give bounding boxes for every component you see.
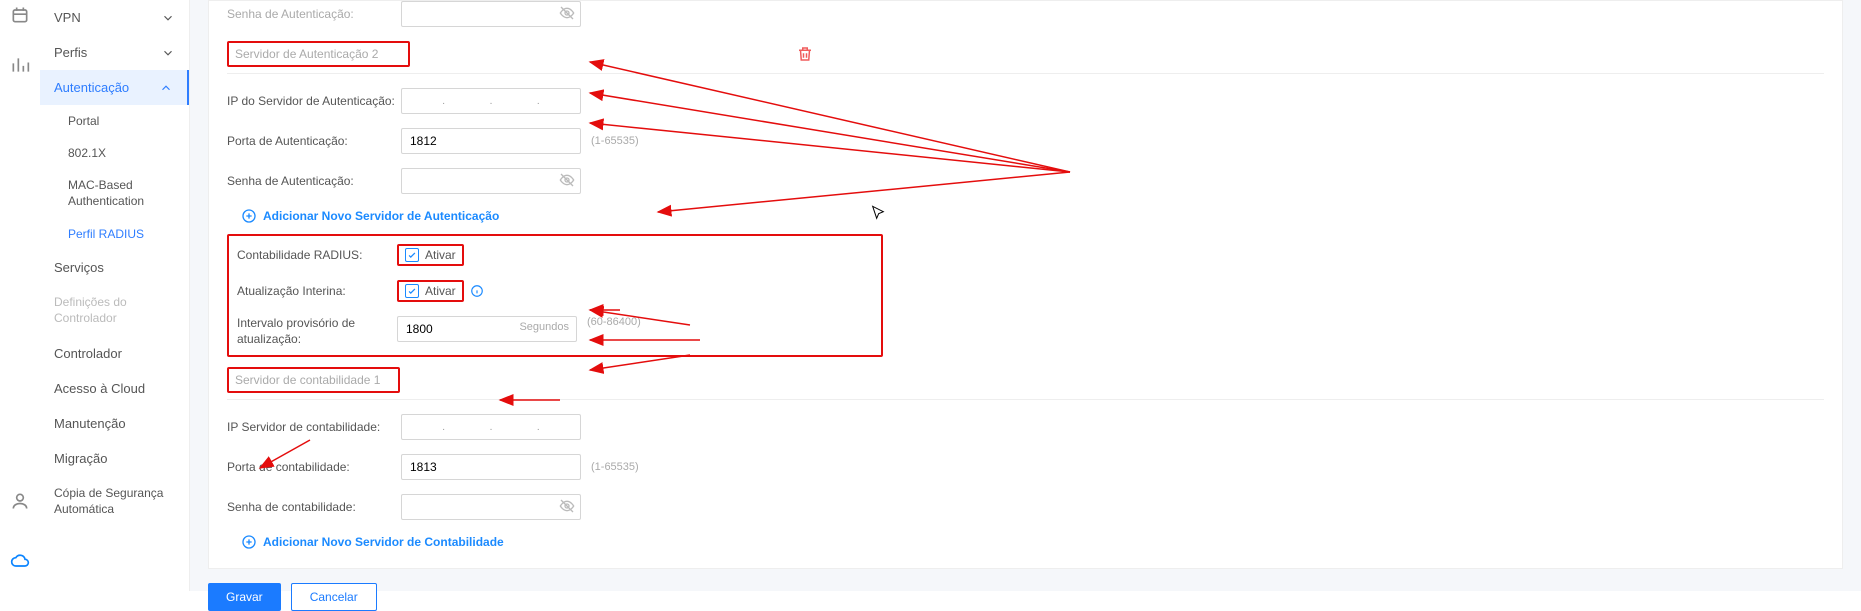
label-auth-port: Porta de Autenticação: <box>227 134 401 148</box>
nav-vpn[interactable]: VPN <box>40 0 189 35</box>
check-icon <box>405 284 419 298</box>
main-content: Senha de Autenticação: Servidor de Auten… <box>190 0 1861 591</box>
clock-icon[interactable] <box>10 5 30 25</box>
input-auth-ip[interactable]: ... <box>401 88 581 114</box>
divider <box>227 399 1824 400</box>
nav-migra[interactable]: Migração <box>40 441 189 476</box>
label-auth-pw: Senha de Autenticação: <box>227 174 401 188</box>
nav-label: Definições do Controlador <box>54 295 175 326</box>
user-icon[interactable] <box>10 491 30 511</box>
nav-label: Perfis <box>54 45 87 60</box>
chevron-up-icon <box>159 81 173 95</box>
info-icon[interactable] <box>470 284 484 298</box>
label-auth-ip: IP do Servidor de Autenticação: <box>227 94 401 108</box>
nav-label: Autenticação <box>54 80 129 95</box>
nav-authentication[interactable]: Autenticação <box>40 70 189 105</box>
nav-controlador[interactable]: Controlador <box>40 336 189 371</box>
label-acct-port: Porta de contabilidade: <box>227 460 401 474</box>
check-icon <box>405 248 419 262</box>
nav-servicos[interactable]: Serviços <box>40 250 189 285</box>
form-panel: Senha de Autenticação: Servidor de Auten… <box>208 0 1843 569</box>
input-auth-pw-top[interactable] <box>401 1 581 27</box>
nav-label: Controlador <box>54 346 122 361</box>
nav-label: VPN <box>54 10 81 25</box>
delete-icon[interactable] <box>796 45 814 63</box>
icon-rail <box>0 0 40 591</box>
input-auth-pw[interactable] <box>401 168 581 194</box>
nav-manut[interactable]: Manutenção <box>40 406 189 441</box>
stats-icon[interactable] <box>10 55 30 75</box>
cursor-icon <box>870 205 886 221</box>
label-interval: Intervalo provisório de atualização: <box>237 316 397 347</box>
input-acct-pw[interactable] <box>401 494 581 520</box>
add-acct-label: Adicionar Novo Servidor de Contabilidade <box>263 535 504 549</box>
eye-icon[interactable] <box>559 172 575 188</box>
nav-backup[interactable]: Cópia de Segurança Automática <box>40 476 189 527</box>
label-interim: Atualização Interina: <box>237 284 397 298</box>
cloud-icon[interactable] <box>10 551 30 571</box>
input-auth-port[interactable] <box>401 128 581 154</box>
plus-circle-icon <box>241 534 257 550</box>
checkbox-label: Ativar <box>425 284 456 298</box>
nav-defctrl: Definições do Controlador <box>40 285 189 336</box>
input-acct-port[interactable] <box>401 454 581 480</box>
hint-acct-port: (1-65535) <box>591 461 639 473</box>
plus-circle-icon <box>241 208 257 224</box>
hint-interval: (60-86400) <box>587 316 641 328</box>
nav-cloud[interactable]: Acesso à Cloud <box>40 371 189 406</box>
label-radius-acct: Contabilidade RADIUS: <box>237 248 397 262</box>
divider <box>227 73 1824 74</box>
unit-seconds: Segundos <box>519 321 569 333</box>
chevron-down-icon <box>161 46 175 60</box>
input-acct-ip[interactable]: ... <box>401 414 581 440</box>
hint-auth-port: (1-65535) <box>591 135 639 147</box>
sidebar: VPN Perfis Autenticação Portal 802.1X MA… <box>40 0 190 591</box>
nav-sub-portal[interactable]: Portal <box>40 105 189 137</box>
save-button[interactable]: Gravar <box>208 583 281 611</box>
eye-icon[interactable] <box>559 5 575 21</box>
section-auth-server-2: Servidor de Autenticação 2 <box>227 41 410 67</box>
nav-sub-radius[interactable]: Perfil RADIUS <box>40 218 189 250</box>
eye-icon[interactable] <box>559 498 575 514</box>
group-radius-accounting: Contabilidade RADIUS: Ativar Atualização… <box>227 234 883 357</box>
nav-sub-mac[interactable]: MAC-Based Authentication <box>40 169 189 218</box>
label-acct-pw: Senha de contabilidade: <box>227 500 401 514</box>
checkbox-interim[interactable]: Ativar <box>397 280 464 302</box>
label-acct-ip: IP Servidor de contabilidade: <box>227 420 401 434</box>
cancel-button[interactable]: Cancelar <box>291 583 377 611</box>
nav-perfis[interactable]: Perfis <box>40 35 189 70</box>
add-auth-label: Adicionar Novo Servidor de Autenticação <box>263 209 499 223</box>
checkbox-radius-acct[interactable]: Ativar <box>397 244 464 266</box>
nav-label: Manutenção <box>54 416 126 431</box>
nav-label: Acesso à Cloud <box>54 381 145 396</box>
label-auth-pw-top: Senha de Autenticação: <box>227 7 401 21</box>
nav-sub-8021x[interactable]: 802.1X <box>40 137 189 169</box>
checkbox-label: Ativar <box>425 248 456 262</box>
nav-label: Serviços <box>54 260 104 275</box>
section-acct-server-1: Servidor de contabilidade 1 <box>227 367 400 393</box>
chevron-down-icon <box>161 11 175 25</box>
button-bar: Gravar Cancelar <box>208 583 1843 611</box>
nav-label: Cópia de Segurança Automática <box>54 486 175 517</box>
nav-label: Migração <box>54 451 107 466</box>
add-auth-server-link[interactable]: Adicionar Novo Servidor de Autenticação <box>241 208 499 224</box>
add-acct-server-link[interactable]: Adicionar Novo Servidor de Contabilidade <box>241 534 504 550</box>
